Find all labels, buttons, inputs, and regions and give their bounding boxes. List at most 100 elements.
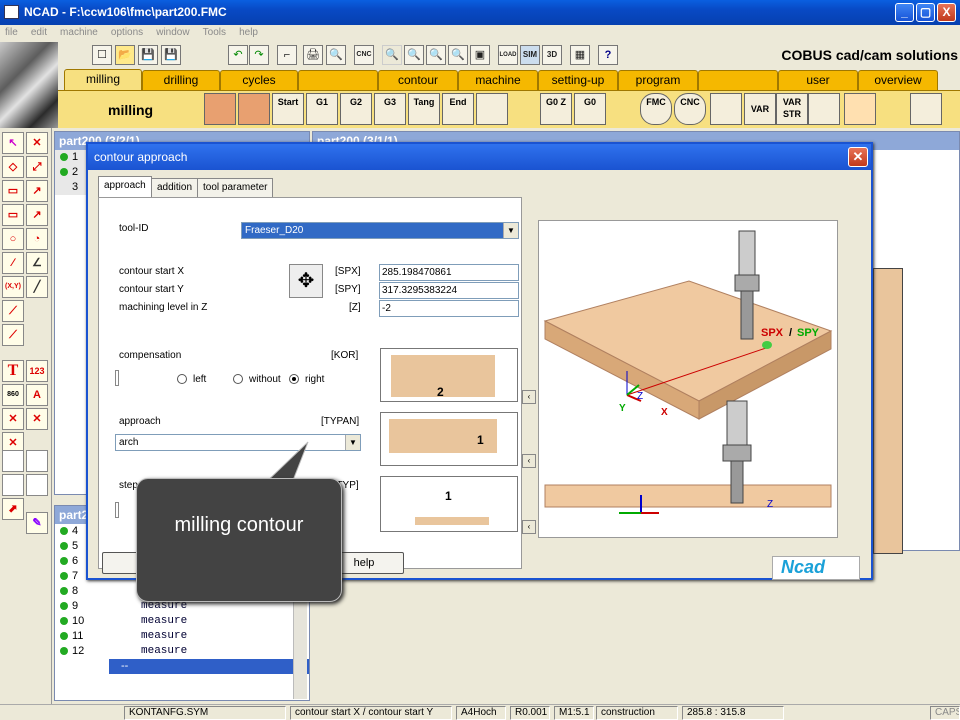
tab-machine[interactable]: machine <box>458 70 538 90</box>
tangent-icon[interactable]: ∕ <box>2 252 24 274</box>
tab-setting-up[interactable]: setting-up <box>538 70 618 90</box>
move-icon[interactable] <box>26 474 48 496</box>
tool-out-icon[interactable] <box>910 93 942 125</box>
menu-options[interactable]: options <box>106 25 148 38</box>
stretch-icon[interactable]: ⬈ <box>2 498 24 520</box>
tab-cycles[interactable]: cycles <box>220 70 298 90</box>
table-row[interactable]: 12 measure <box>55 644 309 659</box>
approach-select[interactable]: arch ▼ <box>115 434 361 451</box>
layer-icon[interactable] <box>2 450 24 472</box>
tab-overview[interactable]: overview <box>858 70 938 90</box>
tab-contour[interactable]: contour <box>378 70 458 90</box>
radio-left[interactable] <box>177 374 187 384</box>
g3-button[interactable]: G3 <box>374 93 406 125</box>
new-file-icon[interactable]: ☐ <box>92 45 112 65</box>
pocket-mill-icon[interactable] <box>238 93 270 125</box>
table-row[interactable]: 10 measure <box>55 614 309 629</box>
mirror2-icon[interactable]: ✕ <box>26 408 48 430</box>
preview-left-button[interactable]: ‹ <box>522 390 536 404</box>
dimension-icon[interactable]: 860 <box>2 384 24 406</box>
menu-help[interactable]: help <box>234 25 263 38</box>
print-preview-icon[interactable]: 🔍 <box>326 45 346 65</box>
tab-program[interactable]: program <box>618 70 698 90</box>
angle-icon[interactable]: ∠ <box>26 252 48 274</box>
copy-icon[interactable] <box>2 474 24 496</box>
tab-blank-2[interactable] <box>698 70 778 90</box>
start-x-input[interactable]: 285.198470861 <box>379 264 519 281</box>
font-icon[interactable]: A <box>26 384 48 406</box>
tab-tool-parameter[interactable]: tool parameter <box>197 178 274 197</box>
select-arrow-icon[interactable]: ↖ <box>2 132 24 154</box>
menu-machine[interactable]: machine <box>55 25 103 38</box>
rotate-icon[interactable] <box>26 450 48 472</box>
menu-window[interactable]: window <box>151 25 194 38</box>
g0-button[interactable]: G0 <box>574 93 606 125</box>
load-icon[interactable]: LOAD <box>498 45 518 65</box>
calculator-icon[interactable]: ▦ <box>570 45 590 65</box>
number-icon[interactable]: 123 <box>26 360 48 382</box>
rectangle-icon[interactable]: ▭ <box>2 180 24 202</box>
tool-id-select[interactable]: Fraeser_D20 ▼ <box>241 222 519 239</box>
line-icon[interactable]: ⤢ <box>26 156 48 178</box>
pick-point-icon[interactable]: ✥ <box>289 264 323 298</box>
point-icon[interactable]: ◇ <box>2 156 24 178</box>
zoom-all-icon[interactable]: ▣ <box>470 45 490 65</box>
face-mill-icon[interactable] <box>204 93 236 125</box>
zoom-window-icon[interactable]: 🔍 <box>448 45 468 65</box>
slope-icon[interactable]: ╱ <box>26 276 48 298</box>
cnc-icon[interactable]: CNC <box>354 45 374 65</box>
text-icon[interactable]: T <box>2 360 24 382</box>
tool-contour-icon[interactable] <box>476 93 508 125</box>
arc-icon[interactable]: ◔ <box>26 228 48 250</box>
var-str-button[interactable]: VAR STR <box>776 93 808 125</box>
zoom-in-icon[interactable]: 🔍 <box>404 45 424 65</box>
preview-left-button[interactable]: ‹ <box>522 454 536 468</box>
edit-icon[interactable]: ✎ <box>26 512 48 534</box>
start-y-input[interactable]: 317.3295383224 <box>379 282 519 299</box>
circle-icon[interactable]: ○ <box>2 228 24 250</box>
dialog-close-button[interactable]: ✕ <box>848 147 868 167</box>
contour-edit-icon[interactable]: ⟋ <box>2 324 24 346</box>
delete-icon[interactable]: ✕ <box>26 132 48 154</box>
menu-file[interactable]: file <box>0 25 23 38</box>
chevron-down-icon[interactable]: ▼ <box>503 223 518 238</box>
cnc-button[interactable]: CNC <box>674 93 706 125</box>
help-icon[interactable]: ? <box>598 45 618 65</box>
redo-icon[interactable]: ↷ <box>249 45 269 65</box>
tab-milling[interactable]: milling <box>64 69 142 90</box>
g1-button[interactable]: G1 <box>306 93 338 125</box>
tab-drilling[interactable]: drilling <box>142 70 220 90</box>
minimize-button[interactable]: _ <box>895 3 914 22</box>
save-icon[interactable]: 💾 <box>138 45 158 65</box>
maximize-button[interactable]: ▢ <box>916 3 935 22</box>
menu-edit[interactable]: edit <box>26 25 52 38</box>
end-button[interactable]: End <box>442 93 474 125</box>
polyline2-icon[interactable]: ↗ <box>26 204 48 226</box>
tool-table-icon[interactable] <box>808 93 840 125</box>
tab-user[interactable]: user <box>778 70 858 90</box>
slider-handle[interactable] <box>115 502 119 518</box>
tang-button[interactable]: Tang <box>408 93 440 125</box>
table-row-selected[interactable]: -- <box>109 659 309 674</box>
polyline-icon[interactable]: ↗ <box>26 180 48 202</box>
zoom-icon[interactable]: 🔍 <box>382 45 402 65</box>
menu-tools[interactable]: Tools <box>198 25 231 38</box>
3d-icon[interactable]: 3D <box>542 45 562 65</box>
g0-z-button[interactable]: G0 Z <box>540 93 572 125</box>
open-folder-icon[interactable]: 📂 <box>115 45 135 65</box>
preview-left-button[interactable]: ‹ <box>522 520 536 534</box>
slider-handle[interactable] <box>115 370 119 386</box>
list-icon[interactable] <box>710 93 742 125</box>
table-row[interactable]: 11 measure <box>55 629 309 644</box>
rectangle2-icon[interactable]: ▭ <box>2 204 24 226</box>
close-button[interactable]: X <box>937 3 956 22</box>
mirror-icon[interactable]: ✕ <box>2 408 24 430</box>
zoom-out-icon[interactable]: 🔍 <box>426 45 446 65</box>
chevron-down-icon[interactable]: ▼ <box>345 435 360 450</box>
tab-addition[interactable]: addition <box>151 178 199 197</box>
sim-icon[interactable]: SIM <box>520 45 540 65</box>
undo-icon[interactable]: ↶ <box>228 45 248 65</box>
tab-approach[interactable]: approach <box>98 176 152 198</box>
origin-icon[interactable]: ⌐ <box>277 45 297 65</box>
tab-blank-1[interactable] <box>298 70 378 90</box>
